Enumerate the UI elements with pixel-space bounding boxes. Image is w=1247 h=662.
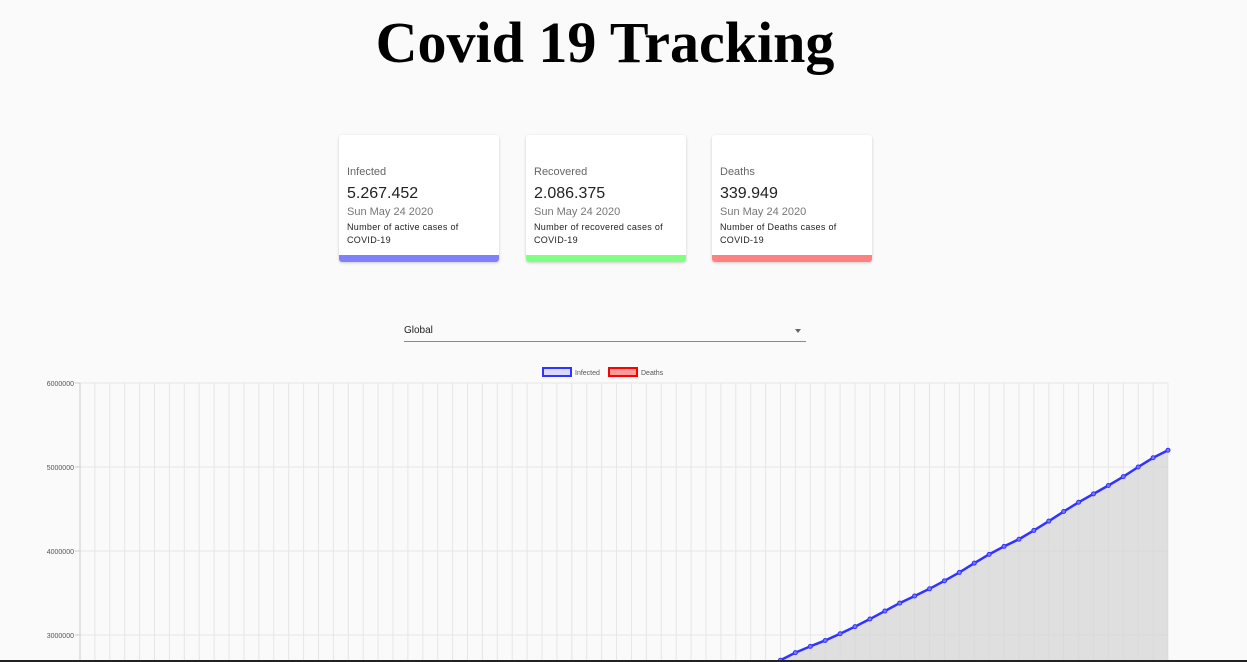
card-description: Number of active cases of COVID-19	[347, 222, 459, 245]
infected-data-point	[986, 551, 992, 557]
infected-data-point	[941, 578, 947, 584]
infected-data-point	[882, 608, 888, 614]
y-tick-label: 3000000	[47, 633, 74, 640]
legend-label-infected: Infected	[575, 370, 600, 377]
infected-data-point	[1046, 518, 1052, 524]
infected-data-point	[927, 586, 933, 592]
card-date: Sun May 24 2020	[347, 206, 434, 218]
infected-data-point	[897, 600, 903, 606]
deaths-color-bar	[712, 255, 872, 262]
page-title: Covid 19 Tracking	[375, 10, 835, 75]
infected-data-point	[1061, 509, 1067, 515]
infected-card: Infected 5.267.452 Sun May 24 2020 Numbe…	[339, 135, 499, 262]
infected-data-point	[1031, 527, 1037, 533]
country-select-value: Global	[404, 325, 433, 336]
infected-data-point	[837, 631, 843, 637]
recovered-color-bar	[526, 255, 686, 262]
infected-data-point	[912, 593, 918, 599]
legend-label-deaths: Deaths	[641, 370, 664, 377]
card-value: 2.086.375	[534, 185, 606, 202]
legend-swatch-deaths	[608, 367, 638, 377]
infected-color-bar	[339, 255, 499, 262]
infected-data-point	[1076, 499, 1082, 505]
infected-data-point	[852, 624, 858, 630]
infected-data-point	[822, 637, 828, 643]
card-description: Number of Deaths cases of COVID-19	[720, 222, 837, 245]
y-tick-label: 6000000	[47, 381, 74, 388]
infected-data-point	[792, 650, 798, 656]
recovered-card: Recovered 2.086.375 Sun May 24 2020 Numb…	[526, 135, 686, 262]
infected-data-point	[1090, 491, 1096, 497]
infected-data-point	[956, 569, 962, 575]
infected-data-point	[1001, 543, 1007, 549]
card-value: 339.949	[720, 185, 778, 202]
infected-data-point	[1016, 536, 1022, 542]
infected-data-point	[1165, 447, 1171, 453]
y-tick-label: 4000000	[47, 549, 74, 556]
y-tick-label: 5000000	[47, 465, 74, 472]
line-chart: 6000000 5000000 4000000 3000000 Infected Deat…	[47, 367, 1171, 662]
chevron-down-icon[interactable]	[795, 329, 801, 333]
infected-data-point	[1105, 482, 1111, 488]
infected-data-point	[807, 643, 813, 649]
country-select[interactable]: Global	[404, 320, 806, 342]
card-label: Deaths	[720, 166, 755, 178]
infected-data-point	[867, 616, 873, 622]
legend-swatch-infected	[542, 367, 572, 377]
infected-data-point	[1150, 455, 1156, 461]
card-label: Infected	[347, 166, 387, 178]
deaths-card: Deaths 339.949 Sun May 24 2020 Number of…	[712, 135, 872, 262]
infected-data-point	[971, 560, 977, 566]
card-date: Sun May 24 2020	[720, 206, 807, 218]
infected-data-point	[1135, 464, 1141, 470]
card-value: 5.267.452	[347, 185, 419, 202]
card-date: Sun May 24 2020	[534, 206, 621, 218]
infected-data-point	[1120, 474, 1126, 480]
card-label: Recovered	[534, 166, 588, 178]
card-description: Number of recovered cases of COVID-19	[534, 222, 663, 245]
